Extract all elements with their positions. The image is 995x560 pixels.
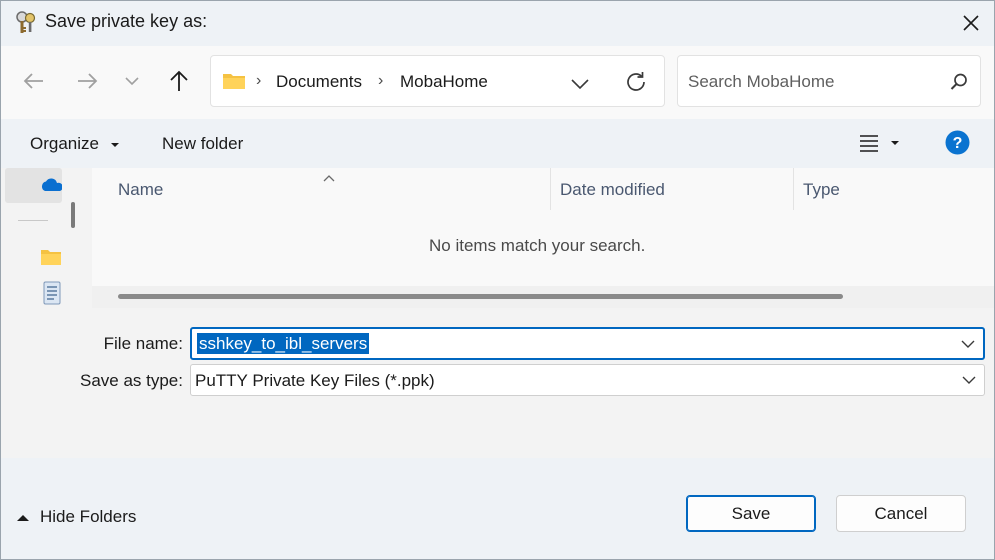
refresh-button[interactable] [624, 70, 648, 99]
file-name-field[interactable]: sshkey_to_ibl_servers [190, 327, 985, 360]
file-name-label: File name: [103, 334, 183, 353]
help-button[interactable]: ? [945, 130, 970, 160]
column-divider[interactable] [550, 168, 551, 210]
horizontal-scrollbar-thumb[interactable] [118, 294, 843, 299]
nav-item-folder[interactable] [41, 248, 61, 271]
breadcrumb-mobahome[interactable]: MobaHome [400, 72, 488, 92]
column-header-type[interactable]: Type [803, 180, 840, 200]
breadcrumb-documents[interactable]: Documents [276, 72, 362, 92]
new-folder-button[interactable]: New folder [162, 134, 243, 154]
forward-button[interactable] [70, 64, 104, 98]
save-button[interactable]: Save [686, 495, 816, 532]
window-title: Save private key as: [45, 11, 208, 31]
save-as-type-value: PuTTY Private Key Files (*.ppk) [195, 371, 435, 390]
hide-folders-label: Hide Folders [40, 507, 137, 526]
chevron-up-icon [17, 514, 29, 521]
empty-message: No items match your search. [429, 236, 646, 255]
chevron-down-icon [125, 77, 139, 86]
command-bar [0, 119, 995, 168]
chevron-down-icon [571, 79, 589, 90]
chevron-down-icon [962, 376, 976, 384]
column-header-date-modified[interactable]: Date modified [560, 180, 665, 200]
svg-text:?: ? [953, 135, 963, 152]
column-divider[interactable] [793, 168, 794, 210]
folder-icon [41, 250, 61, 265]
organize-button[interactable]: Organize [30, 134, 120, 154]
sort-ascending-icon [323, 167, 335, 187]
refresh-icon [627, 72, 645, 91]
chevron-down-icon[interactable] [961, 340, 975, 349]
nav-divider [18, 220, 48, 221]
save-as-type-label: Save as type: [79, 371, 183, 390]
cancel-button[interactable]: Cancel [836, 495, 966, 532]
back-button[interactable] [17, 64, 51, 98]
organize-label: Organize [30, 134, 99, 153]
puttygen-keys-icon [14, 10, 38, 36]
list-view-icon [860, 135, 899, 152]
nav-item-documents[interactable] [43, 281, 61, 310]
column-header-name[interactable]: Name [118, 180, 163, 200]
onedrive-icon [40, 177, 63, 198]
breadcrumb-separator-icon: › [256, 72, 262, 89]
navigation-pane-scrollbar[interactable] [71, 202, 75, 228]
save-as-type-select[interactable]: PuTTY Private Key Files (*.ppk) [190, 364, 985, 396]
arrow-up-icon [170, 70, 188, 91]
file-name-value: sshkey_to_ibl_servers [197, 333, 370, 354]
help-icon: ? [945, 130, 970, 155]
arrow-right-icon [78, 73, 98, 89]
view-options-button[interactable] [858, 133, 902, 158]
close-button[interactable] [948, 0, 994, 46]
folder-icon [222, 71, 246, 96]
arrow-left-icon [23, 73, 43, 89]
search-placeholder: Search MobaHome [688, 72, 835, 91]
documents-icon [43, 281, 61, 305]
close-icon [963, 15, 979, 31]
up-button[interactable] [162, 64, 196, 98]
breadcrumb-separator-icon: › [378, 72, 384, 89]
caret-down-icon [110, 142, 119, 147]
recent-locations-button[interactable] [115, 64, 149, 98]
search-icon[interactable] [949, 72, 969, 97]
hide-folders-button[interactable]: Hide Folders [16, 507, 136, 527]
address-dropdown-button[interactable] [570, 75, 590, 95]
